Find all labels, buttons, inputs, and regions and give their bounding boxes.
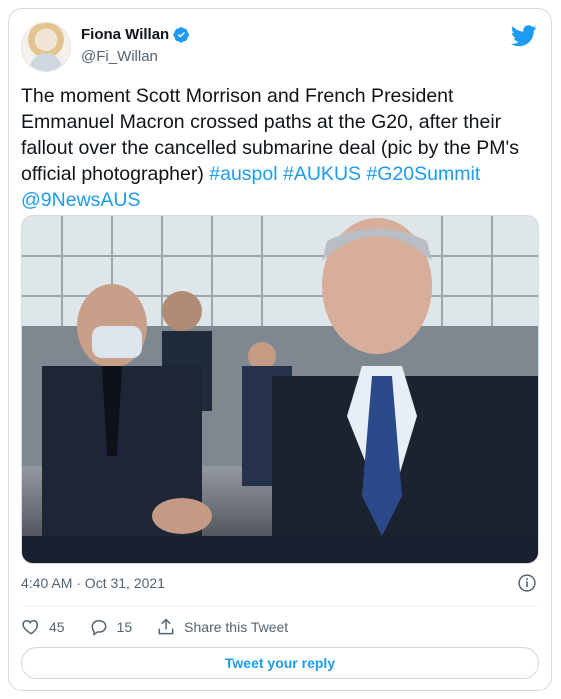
share-label: Share this Tweet [184, 619, 289, 635]
reply-icon [91, 620, 106, 636]
tweet-actions: 45 15 Share this Tweet [21, 612, 312, 642]
heart-icon [22, 619, 39, 635]
reply-action[interactable]: 15 [89, 617, 133, 637]
tweet-photo[interactable] [21, 215, 539, 564]
author-handle[interactable]: @Fi_Willan [81, 48, 158, 65]
twitter-bird-icon[interactable] [511, 25, 537, 47]
hashtag-g20summit[interactable]: #G20Summit [366, 163, 480, 185]
avatar-shoulders [30, 53, 62, 71]
tweet-timestamp[interactable]: 4:40 AM · Oct 31, 2021 [21, 575, 165, 591]
like-count: 45 [49, 619, 65, 635]
photo-illustration [22, 216, 538, 563]
mention-9newsaus[interactable]: @9NewsAUS [21, 189, 141, 211]
hashtag-aukus[interactable]: #AUKUS [283, 163, 361, 185]
tweet-text: The moment Scott Morrison and French Pre… [21, 83, 541, 213]
author-name[interactable]: Fiona Willan [81, 26, 169, 43]
info-icon[interactable] [517, 573, 537, 593]
tweet-card: Fiona Willan @Fi_Willan The moment Scott… [8, 8, 552, 691]
tweet-your-reply-button[interactable]: Tweet your reply [21, 647, 539, 679]
author-name-row[interactable]: Fiona Willan [81, 26, 190, 43]
divider [21, 605, 539, 606]
verified-badge-icon [173, 27, 190, 43]
reply-count: 15 [116, 619, 133, 635]
hashtag-auspol[interactable]: #auspol [209, 163, 277, 185]
share-icon [158, 618, 174, 635]
like-action[interactable]: 45 [21, 617, 65, 637]
author-avatar[interactable] [21, 22, 71, 72]
share-action[interactable]: Share this Tweet [156, 617, 288, 637]
